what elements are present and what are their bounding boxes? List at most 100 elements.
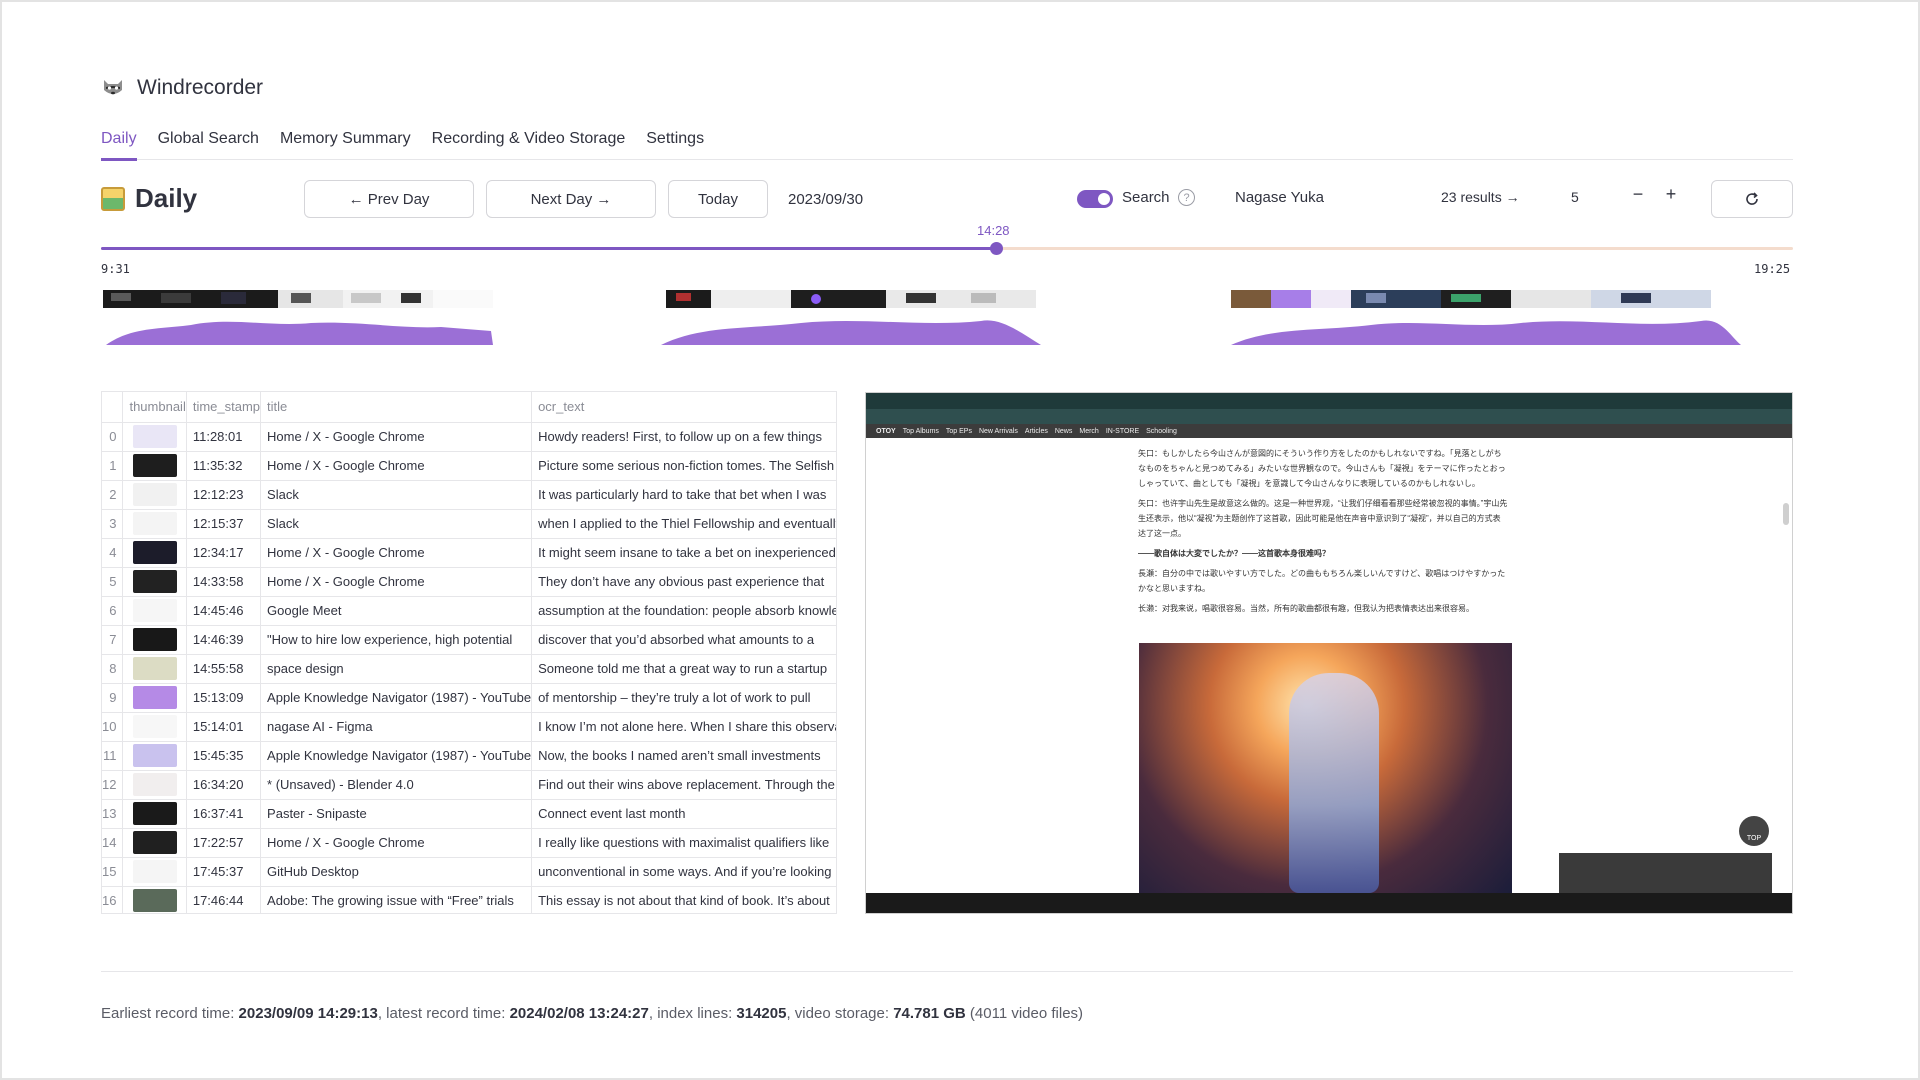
date-input[interactable]: 2023/09/30 [778, 180, 1058, 218]
row-timestamp: 15:13:09 [186, 683, 262, 713]
row-thumbnail[interactable] [122, 828, 187, 858]
time-slider[interactable] [101, 242, 1793, 255]
row-thumbnail[interactable] [122, 480, 187, 510]
index-label: , index lines: [648, 1005, 737, 1022]
row-thumbnail[interactable] [122, 741, 187, 771]
row-index: 14 [102, 828, 124, 858]
row-thumbnail[interactable] [122, 857, 187, 887]
row-ocr-text: unconventional in some ways. And if you’… [531, 857, 836, 887]
preview-nav-item: Top EPs [945, 427, 972, 435]
table-row[interactable]: 9 15:13:09 Apple Knowledge Navigator (1987… [102, 683, 836, 713]
row-thumbnail[interactable] [122, 567, 187, 597]
row-thumbnail[interactable] [122, 625, 187, 655]
table-row[interactable]: 11 15:45:35 Apple Knowledge Navigator (198… [102, 741, 836, 771]
results-link[interactable]: 23 results → [1441, 189, 1520, 205]
row-title: Home / X - Google Chrome [260, 828, 533, 858]
row-thumbnail[interactable] [122, 422, 187, 452]
preview-site-nav: OTOY Top Albums Top EPs New Arrivals Art… [866, 424, 1792, 438]
row-index: 15 [102, 857, 124, 887]
row-thumbnail[interactable] [122, 654, 187, 684]
table-row[interactable]: 1 11:35:32 Home / X - Google Chrome Picture… [102, 451, 836, 481]
table-row[interactable]: 2 12:12:23 Slack It was particularly hard t… [102, 480, 836, 510]
table-row[interactable]: 4 12:34:17 Home / X - Google Chrome It migh… [102, 538, 836, 568]
row-thumbnail[interactable] [122, 886, 187, 913]
thumbnail-image [132, 425, 177, 448]
prev-day-button[interactable]: ← Prev Day [304, 180, 474, 218]
row-thumbnail[interactable] [122, 538, 187, 568]
search-input[interactable]: Nagase Yuka [1235, 189, 1324, 206]
row-thumbnail[interactable] [122, 509, 187, 539]
row-title: nagase AI - Figma [260, 712, 533, 742]
increment-button[interactable]: + [1659, 184, 1683, 205]
row-title: Home / X - Google Chrome [260, 451, 533, 481]
table-row[interactable]: 15 17:45:37 GitHub Desktop unconventional i… [102, 857, 836, 887]
row-index: 13 [102, 799, 124, 829]
picture-icon [101, 186, 125, 211]
tab-settings[interactable]: Settings [646, 128, 704, 160]
row-thumbnail[interactable] [122, 451, 187, 481]
preview-address-bar [866, 409, 1792, 424]
row-timestamp: 16:34:20 [186, 770, 262, 800]
tab-recording-storage[interactable]: Recording & Video Storage [432, 128, 626, 160]
tab-daily[interactable]: Daily [101, 128, 137, 161]
results-table[interactable]: thumbnail time_stamp title ocr_text 0 11:… [101, 391, 837, 914]
page-title: Daily [135, 183, 198, 213]
decrement-button[interactable]: − [1626, 184, 1650, 205]
table-row[interactable]: 14 17:22:57 Home / X - Google Chrome I real… [102, 828, 836, 858]
table-row[interactable]: 3 12:15:37 Slack when I applied to the Thie… [102, 509, 836, 539]
screenshot-preview[interactable]: OTOY Top Albums Top EPs New Arrivals Art… [865, 392, 1793, 914]
help-icon[interactable]: ? [1178, 189, 1195, 206]
row-ocr-text: I really like questions with maximalist … [531, 828, 836, 858]
table-row[interactable]: 13 16:37:41 Paster - Snipaste Connect event… [102, 799, 836, 829]
row-index: 1 [102, 451, 124, 481]
thumbnail-image [132, 744, 177, 767]
row-ocr-text: It might seem insane to take a bet on in… [531, 538, 836, 568]
next-day-button[interactable]: Next Day → [486, 180, 656, 218]
row-timestamp: 16:37:41 [186, 799, 262, 829]
slider-thumb[interactable] [990, 242, 1004, 255]
table-row[interactable]: 0 11:28:01 Home / X - Google Chrome Howdy r… [102, 422, 836, 452]
row-thumbnail[interactable] [122, 596, 187, 626]
row-thumbnail[interactable] [122, 770, 187, 800]
tab-memory-summary[interactable]: Memory Summary [280, 128, 411, 160]
search-toggle[interactable] [1077, 190, 1113, 208]
table-row[interactable]: 8 14:55:58 space design Someone told me tha… [102, 654, 836, 684]
stepper-value[interactable]: 5 [1571, 189, 1579, 205]
column-header[interactable] [102, 392, 124, 423]
today-button[interactable]: Today [668, 180, 768, 218]
row-timestamp: 15:14:01 [186, 712, 262, 742]
table-row[interactable]: 16 17:46:44 Adobe: The growing issue with … [102, 886, 836, 913]
slider-max-label: 19:25 [1754, 262, 1791, 276]
preview-concert-photo [1139, 643, 1512, 893]
row-title: Home / X - Google Chrome [260, 567, 533, 597]
thumbnail-image [132, 831, 177, 854]
column-header[interactable]: title [260, 392, 533, 423]
column-header[interactable]: thumbnail [122, 392, 187, 423]
row-ocr-text: Now, the books I named aren’t small inve… [531, 741, 836, 771]
thumbnail-image [132, 541, 177, 564]
thumbnail-image [132, 715, 177, 738]
day-timeline[interactable] [101, 287, 1793, 347]
row-thumbnail[interactable] [122, 683, 187, 713]
table-row[interactable]: 7 14:46:39 "How to hire low experience, hi… [102, 625, 836, 655]
table-row[interactable]: 12 16:34:20 * (Unsaved) - Blender 4.0 Find … [102, 770, 836, 800]
row-thumbnail[interactable] [122, 799, 187, 829]
page-heading: Daily [101, 183, 197, 214]
thumbnail-image [132, 512, 177, 535]
table-row[interactable]: 10 15:14:01 nagase AI - Figma I know I’m no… [102, 712, 836, 742]
column-header[interactable]: time_stamp [186, 392, 262, 423]
table-row[interactable]: 6 14:45:46 Google Meet assumption at the fo… [102, 596, 836, 626]
row-thumbnail[interactable] [122, 712, 187, 742]
tab-global-search[interactable]: Global Search [158, 128, 259, 160]
refresh-button[interactable] [1711, 180, 1793, 218]
column-header[interactable]: ocr_text [531, 392, 836, 423]
row-title: space design [260, 654, 533, 684]
storage-value: 74.781 GB [893, 1005, 966, 1022]
row-timestamp: 11:28:01 [186, 422, 262, 452]
row-index: 16 [102, 886, 124, 913]
table-row[interactable]: 5 14:33:58 Home / X - Google Chrome They do… [102, 567, 836, 597]
thumbnail-image [132, 889, 177, 912]
row-title: Slack [260, 480, 533, 510]
row-timestamp: 14:46:39 [186, 625, 262, 655]
row-index: 9 [102, 683, 124, 713]
